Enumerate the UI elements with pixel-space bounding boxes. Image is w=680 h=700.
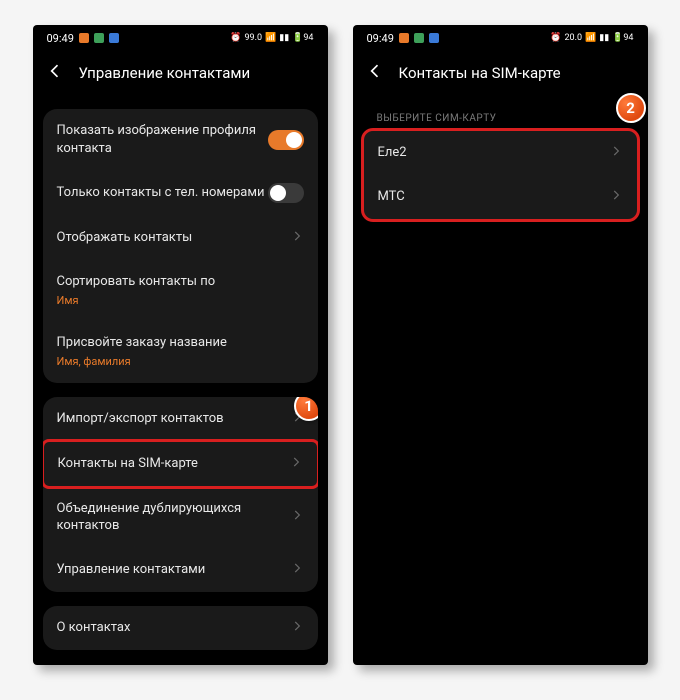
status-battery: 🔋94 [612, 33, 633, 43]
chevron-right-icon [290, 229, 304, 247]
back-icon[interactable] [365, 61, 385, 85]
status-signal-icon: ▮▮ [279, 33, 289, 43]
phone-left: 09:49 ⏰ 99.0 📶 ▮▮ 🔋94 Управление контакт… [33, 25, 328, 665]
step-badge-2: 2 [616, 93, 646, 123]
row-label: Контакты на SIM-карте [58, 455, 289, 473]
status-icon-app2 [414, 33, 424, 43]
row-show-profile-image[interactable]: Показать изображение профиля контакта [43, 109, 318, 170]
status-icon-bluetooth [429, 33, 439, 43]
settings-card-3: О контактах [43, 606, 318, 650]
row-label: Еле2 [378, 144, 609, 162]
status-bar: 09:49 ⏰ 20.0 📶 ▮▮ 🔋94 [353, 25, 648, 51]
chevron-right-icon [609, 188, 623, 206]
status-net-speed: 20.0 [564, 33, 582, 43]
settings-card-1: Показать изображение профиля контакта То… [43, 109, 318, 383]
status-alarm-icon: ⏰ [230, 33, 241, 43]
row-label: Объединение дублирующихся контактов [57, 500, 290, 535]
status-battery: 🔋94 [292, 33, 313, 43]
app-bar: Контакты на SIM-карте [353, 51, 648, 95]
status-icon-bluetooth [109, 33, 119, 43]
status-icon-app1 [79, 33, 89, 43]
toggle-off-icon[interactable] [268, 183, 304, 203]
sim-card-list: Еле2 МТС [361, 128, 640, 222]
row-sort-contacts[interactable]: Сортировать контакты по Имя [43, 260, 318, 321]
chevron-right-icon [289, 455, 303, 473]
status-alarm-icon: ⏰ [550, 33, 561, 43]
chevron-right-icon [290, 508, 304, 526]
status-wifi-icon: 📶 [585, 33, 596, 43]
row-about-contacts[interactable]: О контактах [43, 606, 318, 650]
row-only-phone-contacts[interactable]: Только контакты с тел. номерами [43, 170, 318, 216]
row-sim-ele2[interactable]: Еле2 [364, 131, 637, 175]
row-sublabel: Имя [57, 294, 304, 309]
status-icon-app2 [94, 33, 104, 43]
chevron-right-icon [609, 144, 623, 162]
row-label: Импорт/экспорт контактов [57, 410, 290, 428]
row-sim-contacts[interactable]: Контакты на SIM-карте [43, 439, 318, 489]
toggle-on-icon[interactable] [268, 130, 304, 150]
row-name-order[interactable]: Присвойте заказу название Имя, фамилия [43, 321, 318, 382]
row-manage-contacts[interactable]: Управление контактами [43, 548, 318, 592]
row-sim-mts[interactable]: МТС [364, 175, 637, 219]
chevron-right-icon [290, 619, 304, 637]
page-title: Контакты на SIM-карте [399, 64, 561, 82]
status-time: 09:49 [367, 32, 394, 45]
row-label: Управление контактами [57, 561, 290, 579]
chevron-right-icon [290, 561, 304, 579]
row-sublabel: Имя, фамилия [57, 355, 304, 370]
phone-right: 09:49 ⏰ 20.0 📶 ▮▮ 🔋94 Контакты на SIM-ка… [353, 25, 648, 665]
row-label: Показать изображение профиля контакта [57, 122, 268, 157]
status-net-speed: 99.0 [244, 33, 262, 43]
row-label: Только контакты с тел. номерами [57, 184, 268, 202]
status-bar: 09:49 ⏰ 99.0 📶 ▮▮ 🔋94 [33, 25, 328, 51]
row-label: Отображать контакты [57, 229, 290, 247]
section-label: Выберите сим-карту [363, 95, 638, 130]
status-icon-app1 [399, 33, 409, 43]
status-signal-icon: ▮▮ [599, 33, 609, 43]
row-label: Присвойте заказу название Имя, фамилия [57, 334, 304, 369]
settings-card-2: 1 Импорт/экспорт контактов Контакты на S… [43, 397, 318, 592]
row-label: О контактах [57, 619, 290, 637]
row-display-contacts[interactable]: Отображать контакты [43, 216, 318, 260]
status-wifi-icon: 📶 [265, 33, 276, 43]
row-merge-duplicates[interactable]: Объединение дублирующихся контактов [43, 487, 318, 548]
row-label: МТС [378, 188, 609, 206]
row-label: Сортировать контакты по Имя [57, 273, 304, 308]
row-import-export[interactable]: Импорт/экспорт контактов [43, 397, 318, 441]
page-title: Управление контактами [79, 64, 251, 82]
app-bar: Управление контактами [33, 51, 328, 95]
status-time: 09:49 [47, 32, 74, 45]
back-icon[interactable] [45, 61, 65, 85]
